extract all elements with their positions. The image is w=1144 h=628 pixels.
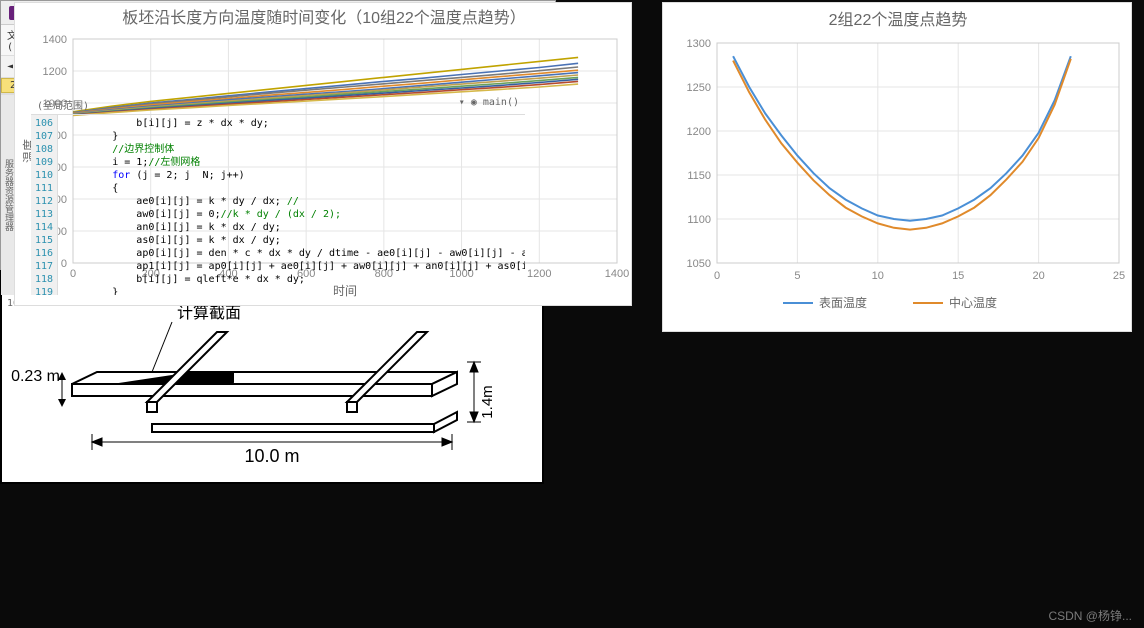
- back-icon[interactable]: ◄: [7, 61, 13, 72]
- svg-text:0: 0: [714, 270, 720, 282]
- dim-bottom: 10.0 m: [244, 446, 299, 466]
- svg-text:1200: 1200: [43, 66, 67, 78]
- svg-text:1100: 1100: [687, 214, 711, 226]
- svg-text:1150: 1150: [687, 170, 711, 182]
- svg-text:1200: 1200: [687, 126, 711, 138]
- svg-text:中心温度: 中心温度: [949, 295, 997, 310]
- scope-dropdown[interactable]: (全局范围): [37, 97, 89, 112]
- svg-text:1300: 1300: [687, 38, 711, 50]
- dim-left: 0.23 m: [11, 368, 60, 385]
- chart-right: 2组22个温度点趋势 0 5 10 15 20 25 1050 1100 1150 1200 1250…: [662, 2, 1132, 332]
- svg-text:1200: 1200: [527, 268, 551, 280]
- svg-text:1400: 1400: [43, 34, 67, 46]
- svg-text:10: 10: [872, 270, 884, 282]
- chart-right-svg: 2组22个温度点趋势 0 5 10 15 20 25 1050 1100 1150 1200 1250…: [663, 3, 1133, 333]
- svg-text:1250: 1250: [687, 82, 711, 94]
- svg-text:1050: 1050: [687, 258, 711, 270]
- svg-text:表面温度: 表面温度: [819, 295, 867, 310]
- svg-text:25: 25: [1113, 270, 1125, 282]
- svg-text:2组22个温度点趋势: 2组22个温度点趋势: [829, 11, 968, 29]
- dim-right: 1.4m: [479, 385, 496, 418]
- watermark: CSDN @杨铮...: [1048, 607, 1132, 624]
- svg-text:20: 20: [1032, 270, 1044, 282]
- func-dropdown[interactable]: main(): [483, 97, 519, 108]
- code-editor[interactable]: 1061071081091101111121131141151161171181…: [31, 115, 525, 295]
- svg-text:5: 5: [794, 270, 800, 282]
- svg-text:15: 15: [952, 270, 964, 282]
- svg-text:板坯沿长度方向温度随时间变化（10组22个温度点趋势）: 板坯沿长度方向温度随时间变化（10组22个温度点趋势）: [122, 9, 526, 27]
- svg-text:1400: 1400: [605, 268, 629, 280]
